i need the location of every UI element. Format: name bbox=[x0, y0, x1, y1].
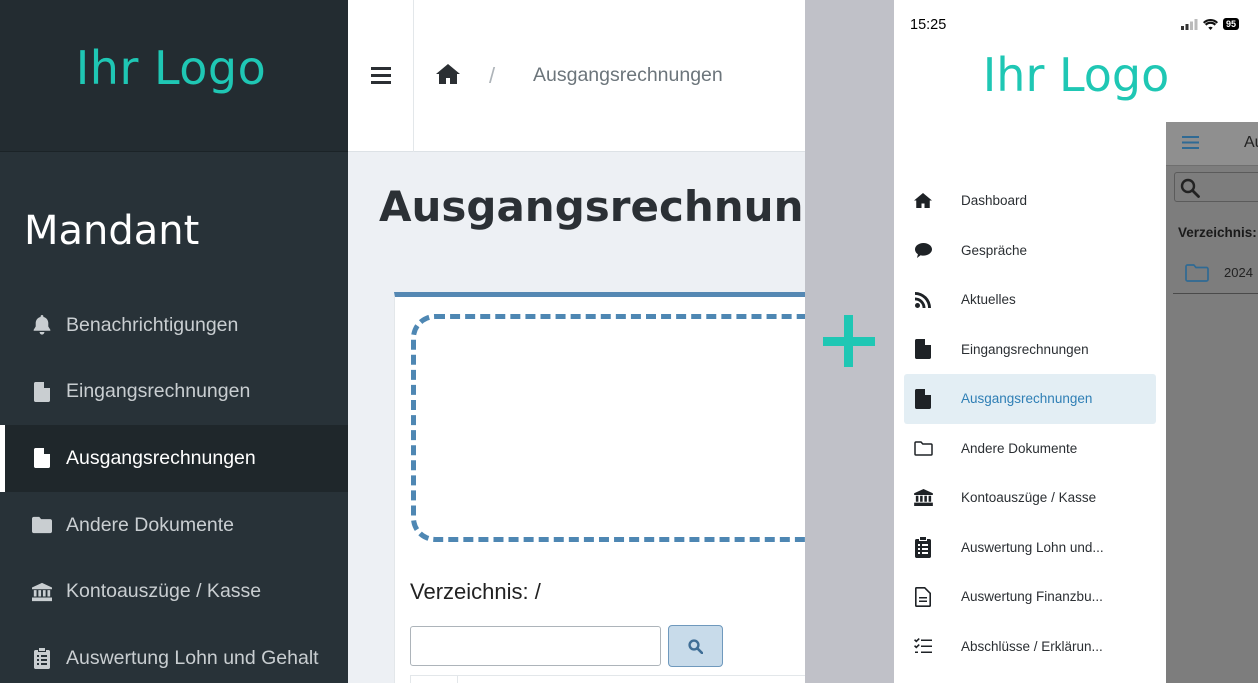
file-invoice-icon bbox=[912, 338, 934, 360]
file-invoice-icon bbox=[912, 388, 934, 410]
mobile-nav-label: Eingangsrechnungen bbox=[961, 341, 1089, 357]
page-title: Ausgangsrechnungen bbox=[379, 182, 805, 231]
mobile-nav-ausgangsrechnungen[interactable]: Ausgangsrechnungen bbox=[904, 374, 1156, 424]
sidebar: Ihr Logo Mandant Benachrichtigungen Eing… bbox=[0, 0, 348, 683]
sidebar-item-eingangsrechnungen[interactable]: Eingangsrechnungen bbox=[0, 359, 348, 426]
file-dropzone[interactable] bbox=[411, 314, 805, 542]
bell-icon bbox=[32, 314, 52, 336]
cellular-signal-icon bbox=[1181, 18, 1198, 30]
mobile-nav-aktuelles[interactable]: Aktuelles bbox=[904, 275, 1156, 325]
logo-area: Ihr Logo bbox=[0, 0, 348, 152]
mobile-nav-label: Auswertung Finanzbu... bbox=[961, 589, 1103, 605]
bank-icon bbox=[32, 581, 52, 603]
folder-outline-icon bbox=[1185, 264, 1209, 282]
mobile-appbar-title: Au bbox=[1244, 134, 1258, 151]
breadcrumb-current: Ausgangsrechnungen bbox=[533, 64, 723, 86]
mandant-title: Mandant bbox=[24, 208, 200, 254]
status-indicators: 95 bbox=[1181, 18, 1240, 30]
sidebar-item-auswertung-lohn[interactable]: Auswertung Lohn und Gehalt bbox=[0, 625, 348, 683]
mobile-nav-auswertung-finanz[interactable]: Auswertung Finanzbu... bbox=[904, 572, 1156, 622]
search-input[interactable] bbox=[410, 626, 661, 666]
hamburger-icon bbox=[370, 66, 391, 84]
mobile-content: Au Verzeichnis: 2024 bbox=[1166, 122, 1258, 683]
folder-name: 2024 bbox=[1224, 265, 1253, 280]
top-bar: / Ausgangsrechnungen bbox=[348, 0, 805, 152]
file-invoice-icon bbox=[32, 447, 52, 469]
bank-icon bbox=[912, 487, 934, 509]
battery-indicator: 95 bbox=[1223, 18, 1240, 30]
mobile-nav-label: Andere Dokumente bbox=[961, 440, 1078, 456]
mobile-nav-label: Dashboard bbox=[961, 193, 1028, 209]
mobile-nav-kontoauszuege[interactable]: Kontoauszüge / Kasse bbox=[904, 473, 1156, 523]
mobile-nav-label: Aktuelles bbox=[961, 292, 1016, 308]
mobile-appbar: Au bbox=[1166, 122, 1258, 166]
desktop-view: Ihr Logo Mandant Benachrichtigungen Eing… bbox=[0, 0, 805, 683]
mobile-nav-abschluesse[interactable]: Abschlüsse / Erklärun... bbox=[904, 622, 1156, 672]
search-icon bbox=[688, 638, 703, 654]
mobile-nav-label: Gespräche bbox=[961, 242, 1028, 258]
sidebar-item-label: Benachrichtigungen bbox=[66, 313, 239, 336]
search-icon bbox=[1180, 178, 1200, 198]
folder-icon bbox=[32, 514, 52, 536]
mobile-nav-label: Ausgangsrechnungen bbox=[961, 391, 1093, 407]
mobile-view: 15:25 Dashboard Gespräche Aktuelles Eing… bbox=[894, 0, 1258, 683]
home-icon bbox=[912, 190, 934, 212]
directory-label: Verzeichnis: / bbox=[410, 579, 541, 604]
sidebar-item-label: Kontoauszüge / Kasse bbox=[66, 580, 262, 603]
breadcrumb-home[interactable] bbox=[436, 64, 460, 88]
mobile-drawer: 15:25 Dashboard Gespräche Aktuelles Eing… bbox=[894, 0, 1166, 683]
folder-row[interactable]: 2024 bbox=[1173, 250, 1258, 294]
folder-outline-icon bbox=[912, 437, 934, 459]
plus-icon bbox=[823, 315, 875, 367]
sidebar-item-benachrichtigungen[interactable]: Benachrichtigungen bbox=[0, 292, 348, 359]
mobile-directory-label: Verzeichnis: bbox=[1178, 225, 1257, 240]
sidebar-item-label: Ausgangsrechnungen bbox=[66, 446, 256, 469]
sidebar-item-kontoauszuege[interactable]: Kontoauszüge / Kasse bbox=[0, 558, 348, 625]
sidebar-item-label: Auswertung Lohn und Gehalt bbox=[66, 646, 319, 669]
home-icon bbox=[436, 64, 460, 84]
file-table bbox=[410, 675, 805, 683]
sidebar-item-label: Andere Dokumente bbox=[66, 513, 235, 536]
clipboard-list-icon bbox=[912, 536, 934, 558]
upload-card: Verzeichnis: / bbox=[394, 292, 805, 683]
mobile-nav: Dashboard Gespräche Aktuelles Eingangsre… bbox=[904, 176, 1156, 671]
sidebar-item-label: Eingangsrechnungen bbox=[66, 380, 251, 403]
logo[interactable]: Ihr Logo bbox=[76, 41, 267, 95]
file-text-icon bbox=[912, 586, 934, 608]
breadcrumb-separator: / bbox=[489, 63, 496, 88]
clipboard-list-icon bbox=[32, 647, 52, 669]
mobile-nav-label: Auswertung Lohn und... bbox=[961, 539, 1104, 555]
sidebar-nav: Benachrichtigungen Eingangsrechnungen Au… bbox=[0, 292, 348, 683]
status-time: 15:25 bbox=[910, 17, 947, 33]
search-button[interactable] bbox=[668, 625, 723, 667]
hamburger-icon[interactable] bbox=[1182, 136, 1199, 149]
file-invoice-icon bbox=[32, 381, 52, 403]
menu-toggle-button[interactable] bbox=[348, 0, 414, 152]
mobile-nav-label: Kontoauszüge / Kasse bbox=[961, 490, 1097, 506]
wifi-icon bbox=[1203, 18, 1218, 30]
mobile-search-input[interactable] bbox=[1174, 172, 1258, 202]
checklist-icon bbox=[912, 635, 934, 657]
rss-icon bbox=[912, 289, 934, 311]
mobile-nav-gespraeche[interactable]: Gespräche bbox=[904, 226, 1156, 276]
sidebar-item-ausgangsrechnungen[interactable]: Ausgangsrechnungen bbox=[0, 425, 348, 492]
sidebar-item-andere-dokumente[interactable]: Andere Dokumente bbox=[0, 492, 348, 559]
mobile-nav-andere-dokumente[interactable]: Andere Dokumente bbox=[904, 424, 1156, 474]
mobile-nav-auswertung-lohn[interactable]: Auswertung Lohn und... bbox=[904, 523, 1156, 573]
mobile-nav-eingangsrechnungen[interactable]: Eingangsrechnungen bbox=[904, 325, 1156, 375]
mobile-logo[interactable]: Ihr Logo bbox=[894, 48, 1258, 102]
chat-bubble-icon bbox=[912, 239, 934, 261]
mobile-nav-label: Abschlüsse / Erklärun... bbox=[961, 638, 1103, 654]
mobile-nav-dashboard[interactable]: Dashboard bbox=[904, 176, 1156, 226]
